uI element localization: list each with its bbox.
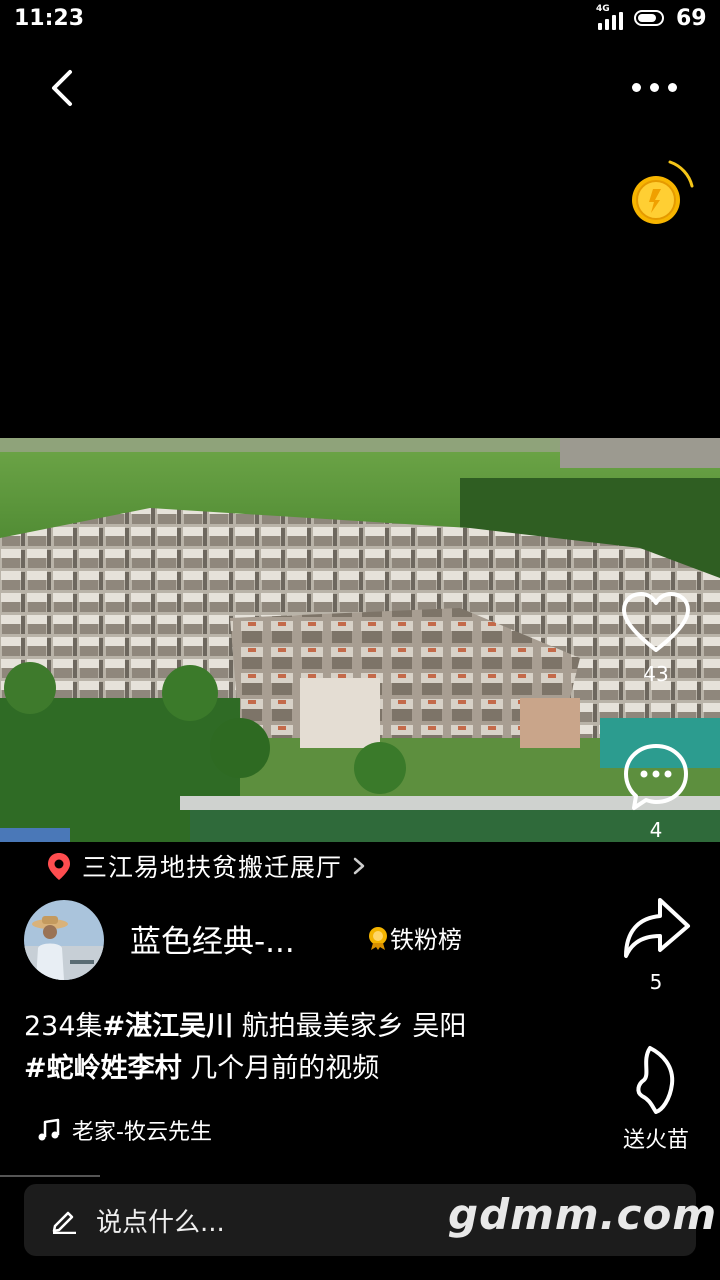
hashtag-zhanjiang[interactable]: #湛江吴川 <box>103 1011 234 1042</box>
back-button[interactable] <box>44 66 84 110</box>
comment-action[interactable]: 4 <box>616 742 696 842</box>
episode-text: 234集 <box>24 1011 103 1042</box>
like-action[interactable]: 43 <box>616 590 696 686</box>
status-time: 11:23 <box>14 6 85 31</box>
send-flame-action[interactable]: 送火苗 <box>612 1044 700 1154</box>
back-icon <box>52 70 72 106</box>
coin-icon <box>632 160 694 224</box>
fans-ranking-button[interactable]: 铁粉榜 <box>366 920 462 955</box>
hashtag-sheling[interactable]: #蛇岭姓李村 <box>24 1053 182 1084</box>
avatar-image <box>24 900 104 980</box>
heart-icon <box>622 592 690 652</box>
description-line-2: #蛇岭姓李村 几个月前的视频 <box>24 1048 594 1090</box>
more-button[interactable] <box>626 74 686 102</box>
medal-icon <box>369 926 387 950</box>
music-title: 老家-牧云先生 <box>72 1120 212 1145</box>
author-name[interactable]: 蓝色经典-... <box>130 916 295 961</box>
music-tag[interactable]: 老家-牧云先生 <box>36 1114 212 1146</box>
battery-icon <box>634 10 670 28</box>
music-note-icon <box>38 1118 60 1141</box>
fans-ranking-label: 铁粉榜 <box>390 926 462 954</box>
video-player[interactable] <box>0 438 720 842</box>
video-description: 234集#湛江吴川 航拍最美家乡 吴阳 #蛇岭姓李村 几个月前的视频 <box>24 1006 594 1090</box>
avatar[interactable] <box>24 900 104 980</box>
status-bar: 11:23 4G 69 <box>0 0 720 40</box>
battery-percent: 69 <box>676 6 707 31</box>
chevron-right-icon <box>353 857 365 875</box>
progress-divider <box>0 1175 100 1177</box>
share-icon <box>624 898 690 958</box>
description-text-2: 几个月前的视频 <box>181 1053 380 1084</box>
flame-icon <box>636 1046 675 1114</box>
coin-reward[interactable] <box>626 158 698 230</box>
pencil-icon <box>52 1211 76 1234</box>
comment-placeholder: 说点什么... <box>96 1208 225 1238</box>
watermark: gdmm.com <box>448 1190 718 1239</box>
like-count: 43 <box>643 662 669 686</box>
comment-icon <box>624 744 688 810</box>
signal-icon <box>598 12 628 30</box>
flame-label: 送火苗 <box>622 1128 689 1153</box>
location-pin-icon <box>48 853 70 880</box>
video-frame <box>0 438 720 842</box>
description-line-1: 234集#湛江吴川 航拍最美家乡 吴阳 <box>24 1006 594 1048</box>
description-text: 航拍最美家乡 吴阳 <box>233 1011 467 1042</box>
comment-count: 4 <box>649 818 663 842</box>
location-name: 三江易地扶贫搬迁展厅 <box>82 853 343 882</box>
location-tag[interactable]: 三江易地扶贫搬迁展厅 <box>46 848 366 884</box>
share-count: 5 <box>649 970 663 994</box>
share-action[interactable]: 5 <box>616 892 696 994</box>
